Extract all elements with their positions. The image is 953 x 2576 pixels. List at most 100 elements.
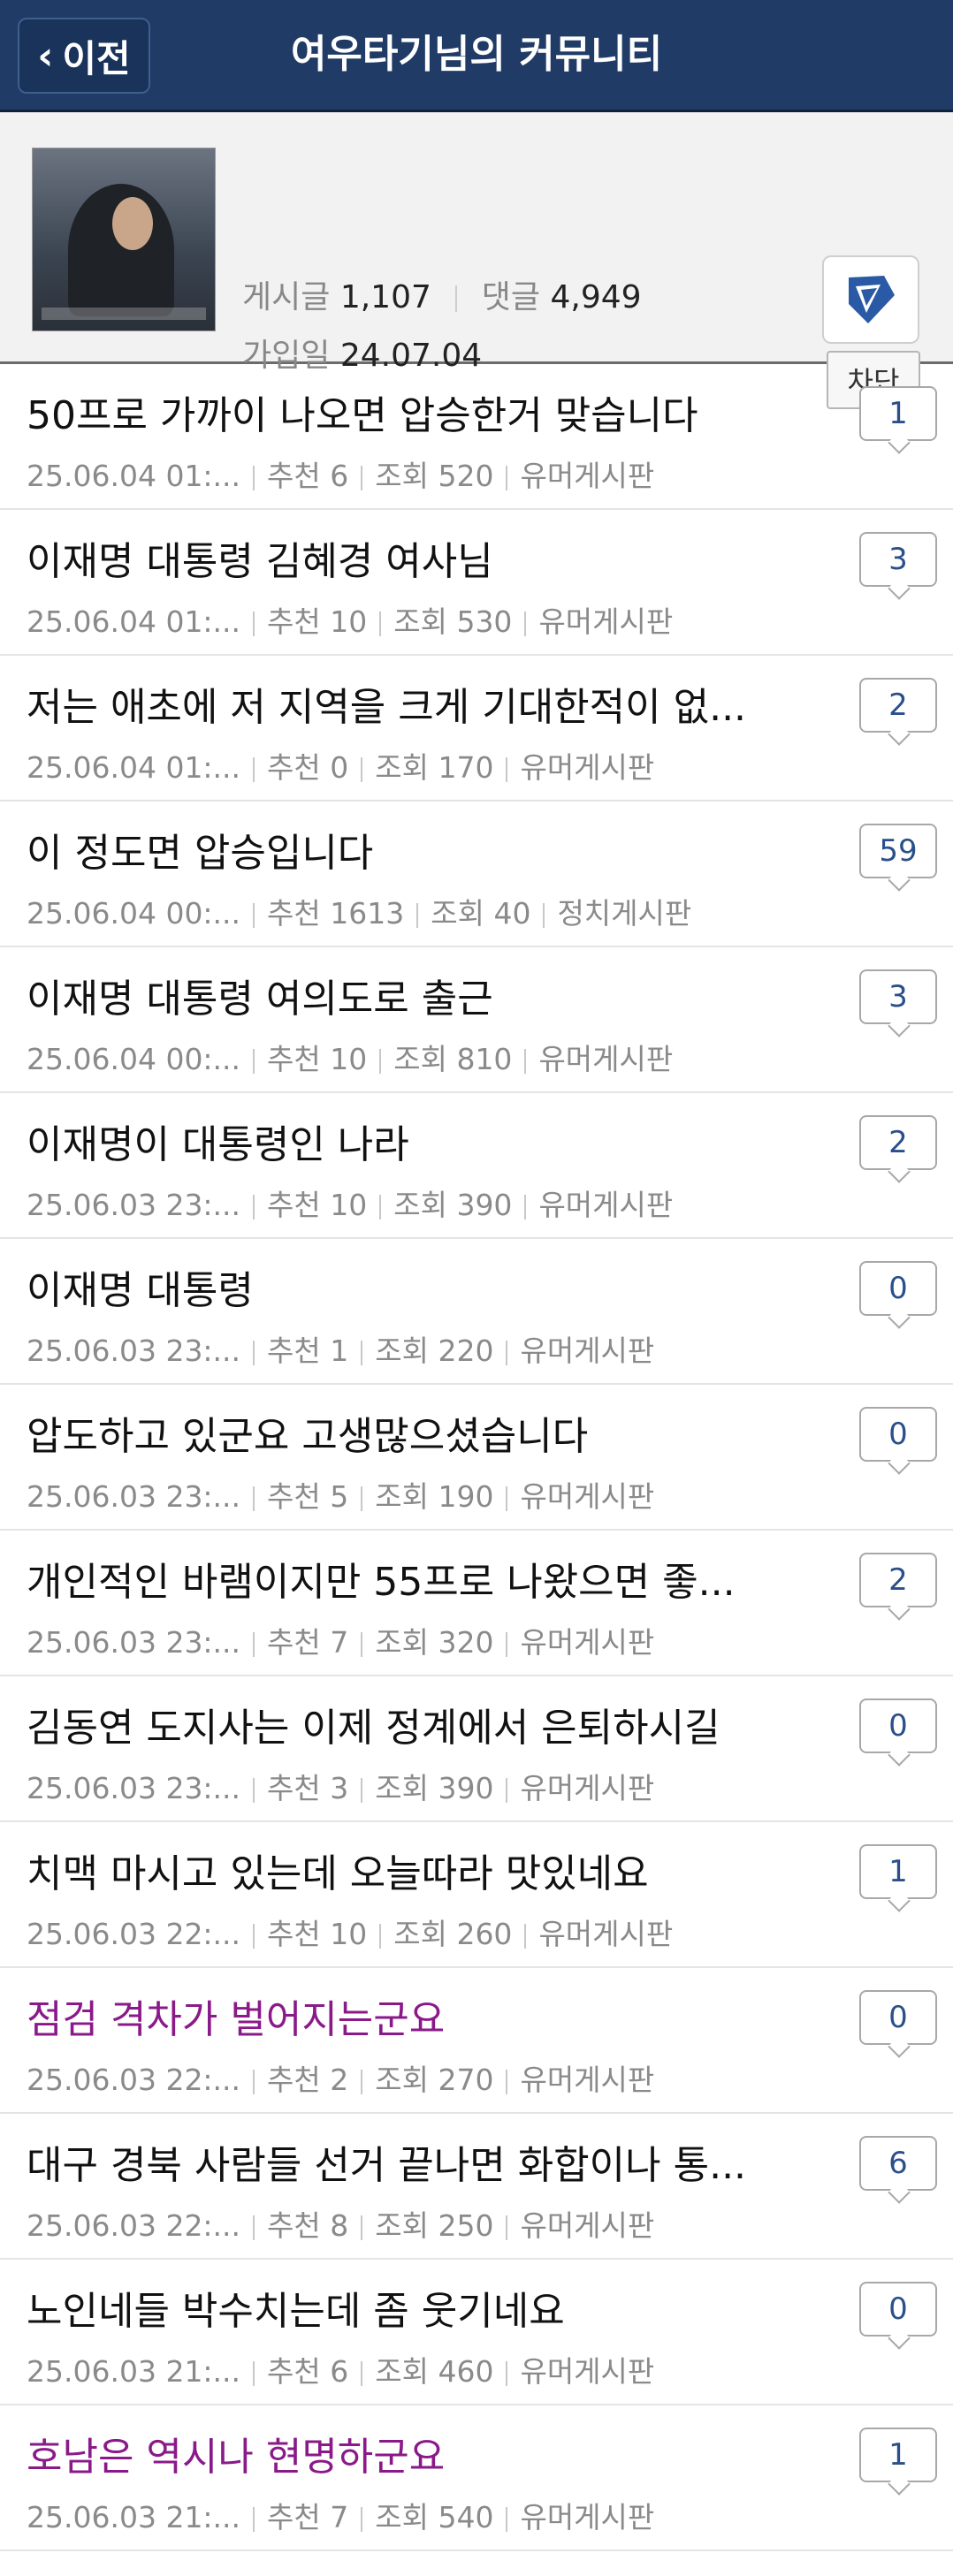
- page-title: 여우타기님의 커뮤니티: [290, 32, 663, 77]
- post-board: 유머게시판: [520, 2208, 655, 2243]
- post-views: 조회 270: [375, 2063, 494, 2097]
- post-meta: 25.06.03 23:... 추천 3 조회 390 유머게시판: [27, 1765, 654, 1807]
- list-item[interactable]: 노인네들 박수치는데 좀 웃기네요 25.06.03 21:... 추천 6 조회 4…: [0, 2260, 953, 2405]
- post-date: 25.06.04 00:...: [27, 896, 241, 931]
- post-views: 조회 320: [375, 1625, 494, 1660]
- post-board: 유머게시판: [538, 1917, 674, 1951]
- post-recommend: 추천 6: [267, 2354, 349, 2389]
- post-date: 25.06.03 22:...: [27, 1917, 241, 1951]
- bookmark-badge-icon[interactable]: [822, 255, 919, 344]
- post-board: 유머게시판: [520, 1625, 655, 1660]
- comment-count-badge[interactable]: 2: [859, 1115, 937, 1170]
- post-meta: 25.06.04 01:... 추천 0 조회 170 유머게시판: [27, 744, 654, 786]
- post-title[interactable]: 이재명 대통령 여의도로 출근: [27, 967, 751, 1023]
- post-recommend: 추천 10: [267, 1188, 368, 1222]
- post-title[interactable]: 치맥 마시고 있는데 오늘따라 맛있네요: [27, 1842, 751, 1898]
- post-title[interactable]: 이재명 대통령: [27, 1258, 751, 1315]
- post-title[interactable]: 호남은 역시나 현명하군요: [27, 2425, 751, 2481]
- comment-count-badge[interactable]: 2: [859, 678, 937, 733]
- post-title[interactable]: 이재명 대통령 김혜경 여사님: [27, 529, 751, 586]
- list-item[interactable]: 대구 경북 사람들 선거 끝나면 화합이나 통... 25.06.03 22:..…: [0, 2114, 953, 2260]
- post-board: 유머게시판: [520, 1771, 655, 1805]
- comment-count-badge[interactable]: 1: [859, 2428, 937, 2482]
- post-title[interactable]: 저는 애초에 저 지역을 크게 기대한적이 없...: [27, 675, 751, 732]
- post-views: 조회 390: [375, 1771, 494, 1805]
- post-views: 조회 40: [431, 896, 531, 931]
- post-title[interactable]: 50프로 가까이 나오면 압승한거 맞습니다: [27, 384, 751, 440]
- comment-count-badge[interactable]: 6: [859, 2136, 937, 2191]
- list-item[interactable]: 호남은 역시나 현명하군요 25.06.03 21:... 추천 7 조회 540 유머…: [0, 2405, 953, 2551]
- post-title[interactable]: 개인적인 바램이지만 55프로 나왔으면 좋...: [27, 1550, 751, 1607]
- list-item[interactable]: 이재명 대통령 25.06.03 23:... 추천 1 조회 220 유머게시판 0: [0, 1239, 953, 1385]
- post-recommend: 추천 1: [267, 1334, 349, 1368]
- post-list: 50프로 가까이 나오면 압승한거 맞습니다 25.06.04 01:... 추천 …: [0, 364, 953, 2551]
- comment-count-badge[interactable]: 0: [859, 1261, 937, 1316]
- post-title[interactable]: 압도하고 있군요 고생많으셨습니다: [27, 1404, 751, 1461]
- post-title[interactable]: 이재명이 대통령인 나라: [27, 1113, 751, 1169]
- list-item[interactable]: 저는 애초에 저 지역을 크게 기대한적이 없... 25.06.04 01:..…: [0, 656, 953, 802]
- post-date: 25.06.03 21:...: [27, 2500, 241, 2534]
- post-date: 25.06.04 01:...: [27, 459, 241, 493]
- list-item[interactable]: 이재명 대통령 여의도로 출근 25.06.04 00:... 추천 10 조회 81…: [0, 947, 953, 1093]
- comment-count-badge[interactable]: 1: [859, 386, 937, 441]
- post-date: 25.06.03 21:...: [27, 2354, 241, 2389]
- list-item[interactable]: 점검 격차가 벌어지는군요 25.06.03 22:... 추천 2 조회 270 유머…: [0, 1968, 953, 2114]
- post-board: 정치게시판: [557, 896, 692, 931]
- post-board: 유머게시판: [520, 750, 655, 785]
- post-board: 유머게시판: [538, 1042, 674, 1076]
- posts-count: 1,107: [339, 279, 431, 315]
- comment-count-badge[interactable]: 0: [859, 1407, 937, 1462]
- comment-count-badge[interactable]: 2: [859, 1553, 937, 1607]
- post-views: 조회 810: [393, 1042, 513, 1076]
- post-date: 25.06.03 23:...: [27, 1334, 241, 1368]
- list-item[interactable]: 치맥 마시고 있는데 오늘따라 맛있네요 25.06.03 22:... 추천 10…: [0, 1822, 953, 1968]
- comment-count-badge[interactable]: 0: [859, 2282, 937, 2337]
- comment-count-badge[interactable]: 0: [859, 1990, 937, 2045]
- post-meta: 25.06.03 21:... 추천 7 조회 540 유머게시판: [27, 2494, 654, 2536]
- list-item[interactable]: 이재명이 대통령인 나라 25.06.03 23:... 추천 10 조회 390 유머…: [0, 1093, 953, 1239]
- post-board: 유머게시판: [520, 1479, 655, 1514]
- post-date: 25.06.03 22:...: [27, 2063, 241, 2097]
- comments-label: 댓글: [481, 279, 541, 315]
- post-date: 25.06.03 23:...: [27, 1188, 241, 1222]
- post-recommend: 추천 5: [267, 1479, 349, 1514]
- comment-count-badge[interactable]: 3: [859, 969, 937, 1024]
- post-meta: 25.06.03 22:... 추천 8 조회 250 유머게시판: [27, 2202, 654, 2245]
- list-item[interactable]: 이재명 대통령 김혜경 여사님 25.06.04 01:... 추천 10 조회 53…: [0, 510, 953, 656]
- post-board: 유머게시판: [520, 2063, 655, 2097]
- list-item[interactable]: 이 정도면 압승입니다 25.06.04 00:... 추천 1613 조회 40 정치…: [0, 802, 953, 947]
- post-comment-stats: 게시글 1,107 댓글 4,949: [242, 271, 642, 317]
- post-date: 25.06.04 01:...: [27, 604, 241, 639]
- post-board: 유머게시판: [520, 2354, 655, 2389]
- post-title[interactable]: 점검 격차가 벌어지는군요: [27, 1987, 751, 2044]
- post-views: 조회 530: [393, 604, 513, 639]
- post-board: 유머게시판: [520, 459, 655, 493]
- list-item[interactable]: 50프로 가까이 나오면 압승한거 맞습니다 25.06.04 01:... 추천 …: [0, 364, 953, 510]
- post-meta: 25.06.03 23:... 추천 7 조회 320 유머게시판: [27, 1619, 654, 1661]
- avatar: [32, 148, 216, 331]
- post-title[interactable]: 대구 경북 사람들 선거 끝나면 화합이나 통...: [27, 2133, 751, 2190]
- post-title[interactable]: 이 정도면 압승입니다: [27, 821, 751, 878]
- comment-count-badge[interactable]: 59: [859, 824, 937, 878]
- post-title[interactable]: 노인네들 박수치는데 좀 웃기네요: [27, 2279, 751, 2336]
- post-meta: 25.06.03 22:... 추천 2 조회 270 유머게시판: [27, 2056, 654, 2099]
- list-item[interactable]: 압도하고 있군요 고생많으셨습니다 25.06.03 23:... 추천 5 조회 1…: [0, 1385, 953, 1531]
- post-board: 유머게시판: [538, 1188, 674, 1222]
- list-item[interactable]: 김동연 도지사는 이제 정계에서 은퇴하시길 25.06.03 23:... 추천 …: [0, 1676, 953, 1822]
- post-title[interactable]: 김동연 도지사는 이제 정계에서 은퇴하시길: [27, 1696, 751, 1752]
- post-recommend: 추천 7: [267, 2500, 349, 2534]
- comment-count-badge[interactable]: 3: [859, 532, 937, 587]
- post-meta: 25.06.03 22:... 추천 10 조회 260 유머게시판: [27, 1911, 673, 1953]
- post-views: 조회 540: [375, 2500, 494, 2534]
- comment-count-badge[interactable]: 1: [859, 1844, 937, 1899]
- post-meta: 25.06.04 00:... 추천 10 조회 810 유머게시판: [27, 1036, 673, 1078]
- post-recommend: 추천 2: [267, 2063, 349, 2097]
- post-views: 조회 170: [375, 750, 494, 785]
- comment-count-badge[interactable]: 0: [859, 1698, 937, 1753]
- post-date: 25.06.04 01:...: [27, 750, 241, 785]
- post-views: 조회 190: [375, 1479, 494, 1514]
- post-recommend: 추천 0: [267, 750, 349, 785]
- post-recommend: 추천 10: [267, 1917, 368, 1951]
- list-item[interactable]: 개인적인 바램이지만 55프로 나왔으면 좋... 25.06.03 23:...…: [0, 1531, 953, 1676]
- post-recommend: 추천 7: [267, 1625, 349, 1660]
